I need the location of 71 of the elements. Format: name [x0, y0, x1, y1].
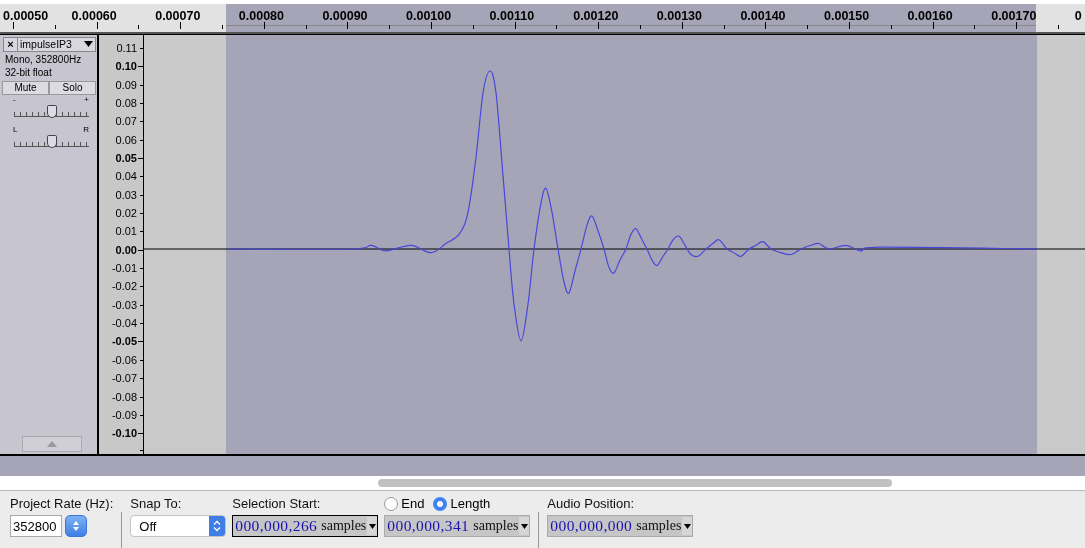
amplitude-label: 0.03 [115, 188, 137, 201]
amplitude-label: -0.04 [111, 317, 137, 330]
caret-icon [368, 523, 376, 529]
track-name-menu[interactable]: impulseIP3 [18, 37, 95, 51]
slider-min-label: - [13, 94, 16, 104]
amplitude-label: 0.02 [115, 207, 137, 220]
amplitude-label: -0.10 [111, 427, 137, 440]
caret-icon [683, 523, 691, 529]
slider-thumb[interactable] [46, 134, 57, 148]
pan-slider[interactable] [14, 134, 89, 149]
amplitude-label: 0.00 [115, 243, 137, 256]
ruler-label: 0.00090 [322, 9, 368, 23]
amplitude-label: 0.08 [115, 96, 137, 109]
mute-button[interactable]: Mute [2, 80, 49, 95]
caret-icon [520, 523, 528, 529]
triangle-up-icon [47, 441, 57, 448]
scrollbar-thumb[interactable] [378, 479, 892, 488]
ruler-label: 0.00060 [71, 9, 117, 23]
slider-thumb[interactable] [46, 104, 57, 118]
amplitude-label: 0.07 [115, 115, 137, 128]
ruler-label: 0.00100 [406, 9, 452, 23]
ruler-label: 0.00140 [740, 9, 786, 23]
caret-icon [84, 41, 93, 48]
selection-length-field[interactable]: 000,000,341 samples [384, 515, 531, 537]
field-label: Selection Start: [232, 496, 322, 511]
amplitude-label: 0.05 [115, 152, 137, 164]
amplitude-label: -0.07 [111, 372, 137, 385]
slider-max-label: + [84, 94, 89, 104]
ruler-label: 0 [1074, 9, 1082, 23]
radio-option[interactable]: Length [433, 496, 491, 511]
ruler-label: 0.00080 [238, 9, 284, 23]
track-info: Mono, 352800Hz [4, 52, 83, 65]
amplitude-label: 0.09 [115, 78, 137, 91]
ruler-label: 0.00130 [656, 9, 702, 23]
amplitude-label: -0.01 [111, 262, 137, 275]
amplitude-label: 0.10 [115, 60, 137, 73]
gain-slider[interactable] [14, 104, 89, 119]
field-label: Snap To: [130, 496, 183, 511]
amplitude-label: 0.04 [115, 170, 137, 183]
up-down-arrows-icon [73, 520, 79, 532]
slider-min-label: L [13, 124, 18, 134]
radio-option[interactable]: End [384, 496, 425, 511]
project-rate-field[interactable]: 352800 [10, 515, 62, 537]
solo-button[interactable]: Solo [49, 80, 96, 95]
ruler-label: 0.00120 [573, 9, 619, 23]
amplitude-label: -0.02 [111, 280, 137, 293]
amplitude-label: -0.08 [111, 390, 137, 403]
close-button[interactable]: × [4, 37, 18, 51]
field-label: Audio Position: [547, 496, 636, 511]
amplitude-label: -0.05 [111, 335, 137, 348]
amplitude-label: 0.06 [115, 133, 137, 146]
slider-max-label: R [83, 124, 89, 134]
amplitude-label: -0.06 [111, 353, 137, 366]
audio-position-field[interactable]: 000,000,000 samples [547, 515, 694, 537]
chevron-up-down-icon [213, 520, 222, 532]
snap-to-select[interactable]: Off [130, 515, 227, 537]
ruler-label: 0.00070 [155, 9, 201, 23]
selection-start-field[interactable]: 000,000,266 samples [232, 515, 379, 537]
ruler-label: 0.00150 [824, 9, 870, 23]
amplitude-label: -0.09 [111, 408, 137, 421]
time-ruler[interactable]: 0.00050 0.00060 0.00070 0.00080 0.00090 0.00100 0.00110 0.00120 0.00130 0.00140 0.00150 0.00160 0.00170 0 [0, 0, 1085, 34]
amplitude-label: 0.11 [116, 41, 137, 54]
amplitude-label: -0.03 [111, 298, 137, 311]
ruler-label: 0.00110 [489, 9, 535, 23]
track-info: 32-bit float [4, 65, 53, 78]
amplitude-label: 0.01 [115, 225, 137, 238]
ruler-label: 0.00050 [3, 9, 49, 23]
stepper-button[interactable] [65, 515, 87, 537]
ruler-label: 0.00170 [991, 9, 1037, 23]
field-label: Project Rate (Hz): [10, 496, 114, 511]
ruler-label: 0.00160 [907, 9, 953, 23]
